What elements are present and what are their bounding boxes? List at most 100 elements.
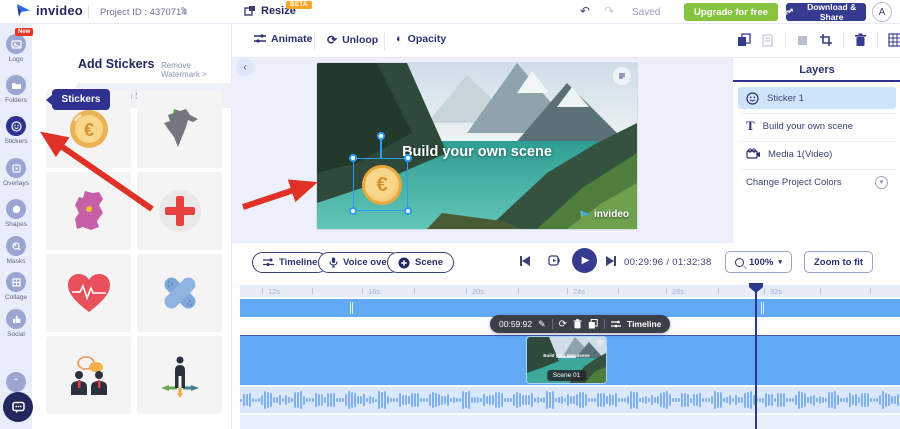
sticker-person-crossroads[interactable] bbox=[137, 336, 222, 414]
avatar[interactable]: A bbox=[872, 2, 892, 22]
loop-scene-button[interactable] bbox=[547, 253, 562, 268]
timeline-button[interactable]: Timeline bbox=[252, 252, 328, 273]
current-time: 00:29:96 bbox=[624, 257, 663, 268]
layer-item-text[interactable]: T Build your own scene bbox=[738, 115, 896, 137]
redo-icon[interactable]: ↷ bbox=[604, 4, 614, 18]
left-nav-rail: Logo Folders Stickers Overlays Shapes Ma… bbox=[0, 24, 32, 429]
skip-end-button[interactable] bbox=[606, 256, 616, 266]
sidebar-item-stickers[interactable]: Stickers bbox=[0, 116, 32, 145]
ruler-tick: 16s bbox=[368, 287, 380, 296]
clip-tooltip[interactable]: 00:59:92 ✎ ⟳ Timeline bbox=[490, 315, 670, 333]
add-scene-button[interactable]: Scene bbox=[387, 252, 454, 273]
undo-icon[interactable]: ↶ bbox=[580, 4, 590, 18]
layer-item-sticker[interactable]: Sticker 1 bbox=[738, 87, 896, 109]
sticker-heart-pulse[interactable] bbox=[46, 254, 131, 332]
invideo-logo-icon bbox=[16, 3, 31, 18]
clip-delete-icon[interactable] bbox=[573, 319, 582, 329]
selection-box[interactable] bbox=[353, 158, 408, 211]
timeline-ruler[interactable]: 12s 16s 20s 24s 28s 32s bbox=[240, 285, 900, 297]
scene-thumbnail[interactable]: Build your own scene Scene 01 bbox=[527, 337, 606, 383]
invideo-editor: invideo Project ID : 4370714 ✎ Resize BE… bbox=[0, 0, 900, 429]
layer-label: Build your own scene bbox=[763, 121, 853, 132]
duplicate-icon[interactable] bbox=[737, 33, 751, 47]
sidebar-item-overlays[interactable]: Overlays bbox=[0, 158, 32, 187]
header-divider bbox=[88, 5, 89, 19]
chevron-down-icon[interactable]: ▾ bbox=[875, 176, 888, 189]
sticker-people-chat[interactable] bbox=[46, 336, 131, 414]
opacity-button[interactable]: ◐ Opacity bbox=[396, 33, 446, 45]
clip-marker bbox=[350, 302, 353, 314]
playback-controls-row: Timeline Voice over Scene ▶ 00:29:96 / 0… bbox=[232, 243, 900, 283]
play-button[interactable]: ▶ bbox=[572, 248, 597, 273]
toolbar-divider bbox=[877, 32, 878, 48]
ruler-tick: 32s bbox=[770, 287, 782, 296]
add-stickers-panel: Add Stickers Remove Watermark > ‹ € bbox=[32, 24, 232, 429]
chat-support-button[interactable] bbox=[3, 392, 33, 422]
playhead-line[interactable] bbox=[755, 283, 757, 429]
sidebar-item-masks[interactable]: Masks bbox=[0, 236, 32, 265]
toolbar-divider bbox=[843, 32, 844, 48]
skip-start-button[interactable] bbox=[520, 256, 530, 266]
thumbnail-badge bbox=[597, 339, 603, 345]
crop-icon[interactable] bbox=[819, 33, 833, 47]
delete-icon[interactable] bbox=[854, 33, 867, 47]
brand-logo[interactable]: invideo bbox=[16, 3, 83, 18]
remove-watermark-link[interactable]: Remove Watermark > bbox=[161, 61, 231, 79]
beta-badge: BETA bbox=[286, 1, 312, 9]
download-share-button[interactable]: Download & Share bbox=[786, 3, 866, 21]
time-display: 00:29:96 / 01:32:38 bbox=[624, 257, 712, 268]
people-chat-icon bbox=[66, 353, 112, 397]
layer-item-media[interactable]: Media 1(Video) bbox=[738, 143, 896, 165]
video-preview[interactable]: Build your own scene invideo € bbox=[317, 63, 637, 229]
grid-view-icon[interactable] bbox=[888, 33, 900, 47]
edit-clip-icon[interactable]: ✎ bbox=[538, 319, 546, 330]
sticker-bandages[interactable] bbox=[137, 254, 222, 332]
resize-handle-tl[interactable] bbox=[349, 154, 357, 162]
animate-button[interactable]: Animate bbox=[254, 33, 312, 45]
person-crossroads-icon bbox=[157, 352, 203, 398]
paste-icon[interactable] bbox=[761, 33, 775, 47]
resize-icon bbox=[244, 5, 256, 17]
zoom-level-button[interactable]: 100% ▾ bbox=[725, 251, 792, 273]
collapse-panel-button[interactable]: ‹ bbox=[236, 58, 254, 76]
scene-badge-icon[interactable] bbox=[613, 67, 631, 85]
ruler-tick: 24s bbox=[573, 287, 585, 296]
sticker-india-map[interactable] bbox=[137, 90, 222, 168]
sticker-germany-map[interactable] bbox=[46, 172, 131, 250]
sidebar-item-folders[interactable]: Folders bbox=[0, 75, 32, 104]
resize-handle-tr[interactable] bbox=[404, 154, 412, 162]
rotate-handle[interactable] bbox=[377, 132, 385, 140]
clip-tooltip-label: Timeline bbox=[627, 319, 661, 329]
edit-project-icon[interactable]: ✎ bbox=[180, 6, 188, 17]
clip-loop-icon[interactable]: ⟳ bbox=[559, 319, 567, 330]
sticker-medical-cross[interactable] bbox=[137, 172, 222, 250]
stickers-icon bbox=[6, 116, 26, 136]
sidebar-item-collage[interactable]: Collage bbox=[0, 272, 32, 301]
sidebar-item-label: Social bbox=[0, 331, 32, 338]
clip-timeline-icon bbox=[611, 320, 621, 328]
share-icon bbox=[786, 8, 793, 16]
voice-over-button-label: Voice over bbox=[343, 257, 390, 268]
sidebar-item-logo[interactable]: Logo bbox=[0, 34, 32, 63]
resize-handle-br[interactable] bbox=[404, 207, 412, 215]
layer-label: Media 1(Video) bbox=[768, 149, 832, 160]
change-project-colors[interactable]: Change Project Colors ▾ bbox=[738, 171, 896, 193]
secondary-audio-track[interactable] bbox=[240, 415, 900, 429]
sidebar-item-label: Folders bbox=[0, 97, 32, 104]
sidebar-item-label: Masks bbox=[0, 258, 32, 265]
fill-frame-icon[interactable] bbox=[796, 34, 809, 47]
audio-waveform[interactable] bbox=[240, 387, 900, 413]
zoom-level-value: 100% bbox=[749, 257, 773, 268]
unloop-button[interactable]: ⟳ Unloop bbox=[327, 33, 378, 47]
zoom-icon bbox=[735, 258, 744, 267]
scroll-up-button[interactable]: ⌃ bbox=[6, 372, 26, 392]
sidebar-item-shapes[interactable]: Shapes bbox=[0, 199, 32, 228]
watermark-logo-icon bbox=[580, 209, 591, 220]
sidebar-item-social[interactable]: Social bbox=[0, 309, 32, 338]
upgrade-button[interactable]: Upgrade for free bbox=[684, 3, 778, 21]
shapes-icon bbox=[6, 199, 26, 219]
zoom-to-fit-button[interactable]: Zoom to fit bbox=[804, 251, 873, 273]
animate-icon bbox=[254, 34, 266, 44]
resize-handle-bl[interactable] bbox=[349, 207, 357, 215]
clip-copy-icon[interactable] bbox=[588, 319, 598, 329]
